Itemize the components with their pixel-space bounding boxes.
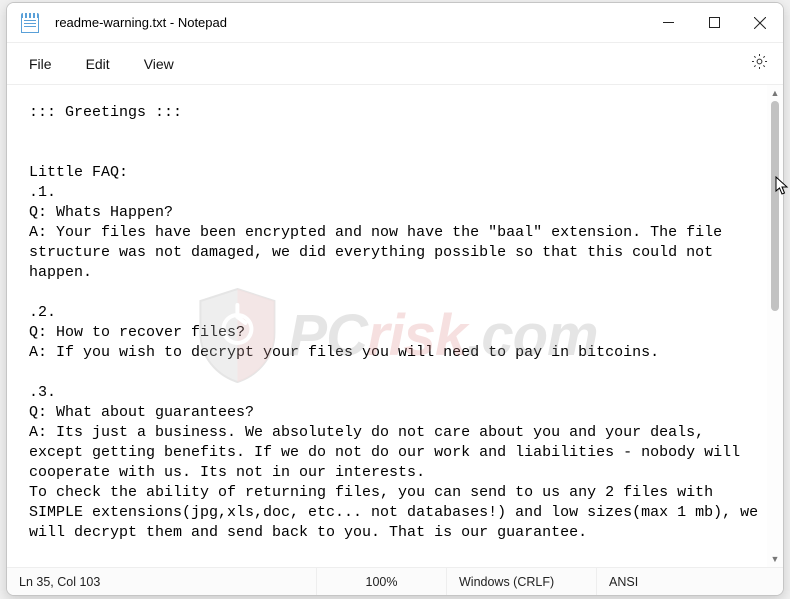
settings-button[interactable] — [750, 52, 769, 76]
window-title: readme-warning.txt - Notepad — [55, 15, 227, 30]
statusbar: Ln 35, Col 103 100% Windows (CRLF) ANSI — [7, 567, 783, 595]
maximize-button[interactable] — [691, 3, 737, 43]
menu-edit[interactable]: Edit — [86, 56, 110, 72]
titlebar[interactable]: readme-warning.txt - Notepad — [7, 3, 783, 43]
minimize-button[interactable] — [645, 3, 691, 43]
notepad-app-icon — [21, 13, 39, 33]
text-editor[interactable]: ::: Greetings ::: Little FAQ: .1. Q: Wha… — [7, 85, 767, 567]
maximize-icon — [709, 17, 720, 28]
vertical-scrollbar[interactable]: ▲ ▼ — [767, 85, 783, 567]
notepad-window: readme-warning.txt - Notepad File Edit V… — [6, 2, 784, 596]
close-button[interactable] — [737, 3, 783, 43]
close-icon — [754, 17, 766, 29]
editor-area: ::: Greetings ::: Little FAQ: .1. Q: Wha… — [7, 85, 783, 567]
menu-view[interactable]: View — [144, 56, 174, 72]
status-line-ending: Windows (CRLF) — [447, 568, 597, 595]
status-encoding: ANSI — [597, 568, 783, 595]
status-zoom[interactable]: 100% — [317, 568, 447, 595]
status-cursor-position: Ln 35, Col 103 — [7, 568, 317, 595]
scroll-up-arrow-icon[interactable]: ▲ — [767, 85, 783, 101]
menu-file[interactable]: File — [29, 56, 52, 72]
minimize-icon — [663, 17, 674, 28]
menubar: File Edit View — [7, 43, 783, 85]
scroll-thumb[interactable] — [771, 101, 779, 311]
scroll-down-arrow-icon[interactable]: ▼ — [767, 551, 783, 567]
gear-icon — [750, 52, 769, 71]
